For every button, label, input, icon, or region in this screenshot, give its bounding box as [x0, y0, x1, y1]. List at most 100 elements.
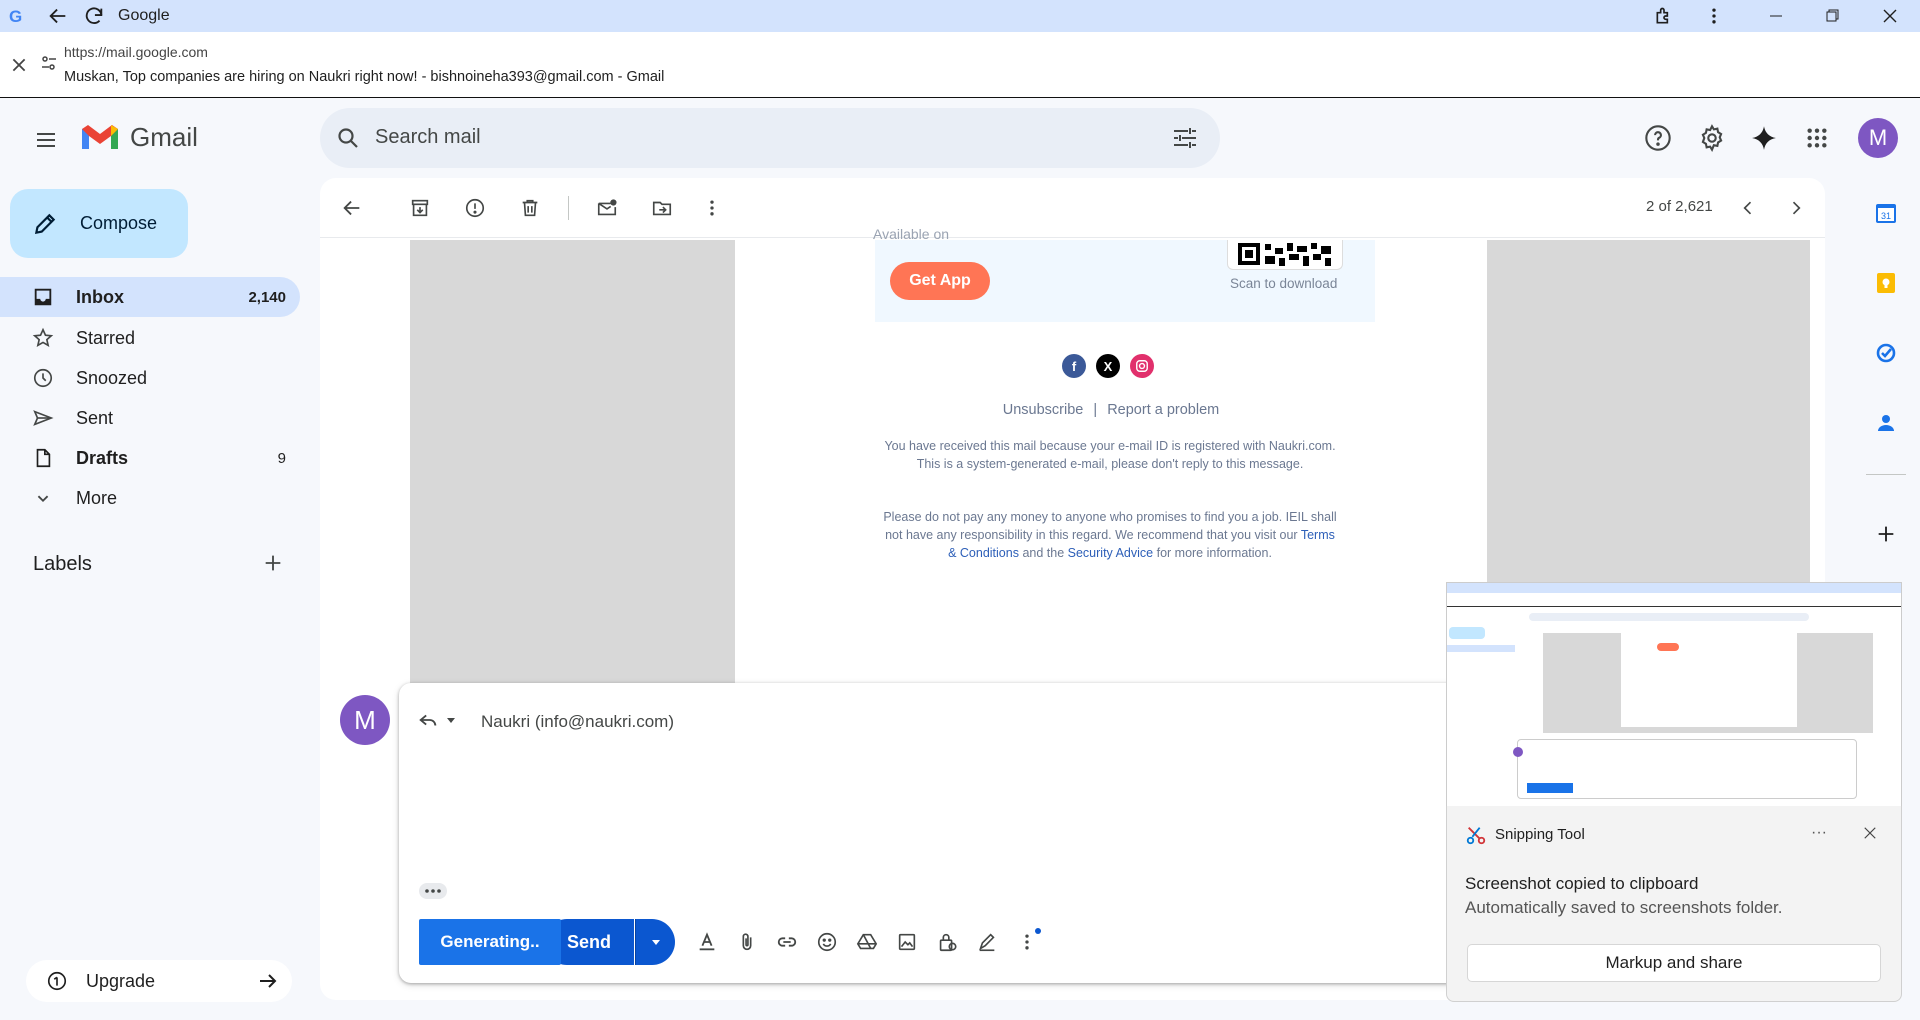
sidebar-item-label: Snoozed — [76, 367, 148, 388]
close-icon[interactable] — [10, 56, 28, 74]
search-bar[interactable]: Search mail — [320, 108, 1220, 168]
kebab-menu-icon[interactable] — [1700, 2, 1728, 30]
back-to-inbox-icon[interactable] — [334, 190, 370, 226]
screenshot-preview[interactable] — [1446, 582, 1902, 808]
archive-icon[interactable] — [402, 190, 438, 226]
markup-and-share-button[interactable]: Markup and share — [1467, 944, 1881, 982]
insert-link-icon[interactable] — [771, 926, 803, 958]
tasks-icon[interactable] — [1870, 337, 1902, 369]
upgrade-button[interactable]: Upgrade — [26, 960, 292, 1002]
facebook-icon[interactable]: f — [1062, 354, 1086, 378]
report-spam-icon[interactable] — [457, 190, 493, 226]
restore-icon[interactable] — [1818, 2, 1846, 30]
back-arrow-icon[interactable] — [44, 2, 72, 30]
search-options-icon[interactable] — [1172, 126, 1198, 150]
draft-icon — [36, 448, 51, 468]
toast-more-icon[interactable]: ··· — [1811, 824, 1827, 842]
more-options-icon[interactable] — [1011, 926, 1043, 958]
text-format-icon[interactable] — [691, 926, 723, 958]
unsubscribe-link[interactable]: Unsubscribe — [1003, 402, 1084, 418]
labels-heading: Labels — [33, 553, 92, 575]
sidebar-item-label: Inbox — [76, 286, 124, 307]
older-message-icon[interactable] — [1778, 190, 1814, 226]
gmail-m-icon — [82, 124, 118, 149]
reply-type-selector[interactable] — [417, 709, 457, 731]
payment-notice-text: Please do not pay any money to anyone wh… — [883, 510, 1337, 542]
page-url[interactable]: https://mail.google.com — [64, 44, 208, 60]
gmail-logo[interactable]: Gmail — [80, 122, 198, 153]
gmail-wordmark: Gmail — [130, 122, 198, 152]
gemini-sparkle-icon[interactable] — [1744, 118, 1784, 158]
pencil-icon — [34, 213, 56, 234]
message-toolbar: 2 of 2,621 — [320, 178, 1825, 238]
available-on-text: Available on — [873, 226, 950, 242]
registration-notice: You have received this mail because your… — [884, 439, 1336, 471]
sidebar-item-more[interactable]: More — [0, 478, 300, 518]
account-avatar[interactable]: M — [1858, 118, 1898, 158]
chevron-down-icon — [37, 495, 49, 503]
move-to-icon[interactable] — [644, 190, 680, 226]
delete-icon[interactable] — [512, 190, 548, 226]
add-label-icon[interactable] — [262, 552, 284, 574]
svg-text:31: 31 — [1881, 211, 1891, 221]
close-window-icon[interactable] — [1876, 2, 1904, 30]
get-app-button[interactable]: Get App — [890, 262, 990, 300]
reload-icon[interactable] — [80, 2, 108, 30]
address-bar: https://mail.google.com Muskan, Top comp… — [0, 32, 1920, 98]
caret-down-icon — [447, 718, 455, 723]
qr-code-image — [1227, 240, 1343, 270]
apps-grid-icon[interactable] — [1797, 118, 1837, 158]
compose-label: Compose — [80, 213, 158, 233]
and-the-text: and the — [1022, 546, 1065, 560]
window-titlebar: G Google — [0, 0, 1920, 32]
help-icon[interactable] — [1638, 118, 1678, 158]
confidential-mode-icon[interactable] — [931, 926, 963, 958]
show-trimmed-content-icon[interactable] — [419, 883, 447, 899]
settings-gear-icon[interactable] — [1692, 118, 1732, 158]
contacts-icon[interactable] — [1870, 407, 1902, 439]
insert-photo-icon[interactable] — [891, 926, 923, 958]
newer-message-icon[interactable] — [1730, 190, 1766, 226]
sidebar-item-starred[interactable]: Starred — [0, 318, 300, 358]
star-icon — [32, 327, 54, 347]
reply-recipient[interactable]: Naukri (info@naukri.com) — [481, 712, 674, 732]
clock-icon — [33, 368, 53, 388]
get-addons-icon[interactable] — [1870, 518, 1902, 550]
drive-icon[interactable] — [851, 926, 883, 958]
page-title: Muskan, Top companies are hiring on Nauk… — [64, 69, 665, 85]
mark-unread-icon[interactable] — [589, 190, 625, 226]
attach-file-icon[interactable] — [731, 926, 763, 958]
site-settings-icon[interactable] — [40, 54, 58, 72]
toast-close-icon[interactable] — [1863, 826, 1877, 840]
generating-button[interactable]: Generating.. — [419, 919, 561, 965]
minimize-icon[interactable] — [1762, 2, 1790, 30]
instagram-icon[interactable] — [1130, 354, 1154, 378]
send-icon — [33, 410, 54, 426]
sidebar-item-inbox[interactable]: Inbox 2,140 — [0, 277, 300, 317]
security-advice-link[interactable]: Security Advice — [1068, 546, 1153, 560]
toolbar-divider — [568, 196, 569, 220]
footer-links: Unsubscribe | Report a problem — [735, 402, 1487, 418]
extensions-icon[interactable] — [1650, 2, 1678, 30]
report-problem-link[interactable]: Report a problem — [1107, 402, 1219, 418]
emoji-icon[interactable] — [811, 926, 843, 958]
window-title: Google — [118, 7, 170, 24]
main-menu-icon[interactable] — [28, 122, 64, 158]
keep-icon[interactable] — [1870, 267, 1902, 299]
compose-button[interactable]: Compose — [10, 189, 188, 258]
search-input[interactable]: Search mail — [375, 126, 481, 149]
google-g-icon: G — [4, 4, 28, 28]
more-actions-icon[interactable] — [694, 190, 730, 226]
toast-subtext: Automatically saved to screenshots folde… — [1465, 898, 1783, 917]
notification-dot — [1035, 928, 1041, 934]
x-twitter-icon[interactable]: X — [1096, 354, 1120, 378]
sidebar-item-sent[interactable]: Sent — [0, 398, 300, 438]
search-icon[interactable] — [336, 126, 360, 150]
svg-text:G: G — [9, 7, 22, 26]
inbox-count: 2,140 — [248, 288, 286, 306]
sidebar-item-drafts[interactable]: Drafts 9 — [0, 438, 300, 478]
signature-pen-icon[interactable] — [971, 926, 1003, 958]
calendar-icon[interactable]: 31 — [1870, 197, 1902, 229]
sidebar-item-snoozed[interactable]: Snoozed — [0, 358, 300, 398]
send-options-button[interactable] — [635, 919, 675, 965]
